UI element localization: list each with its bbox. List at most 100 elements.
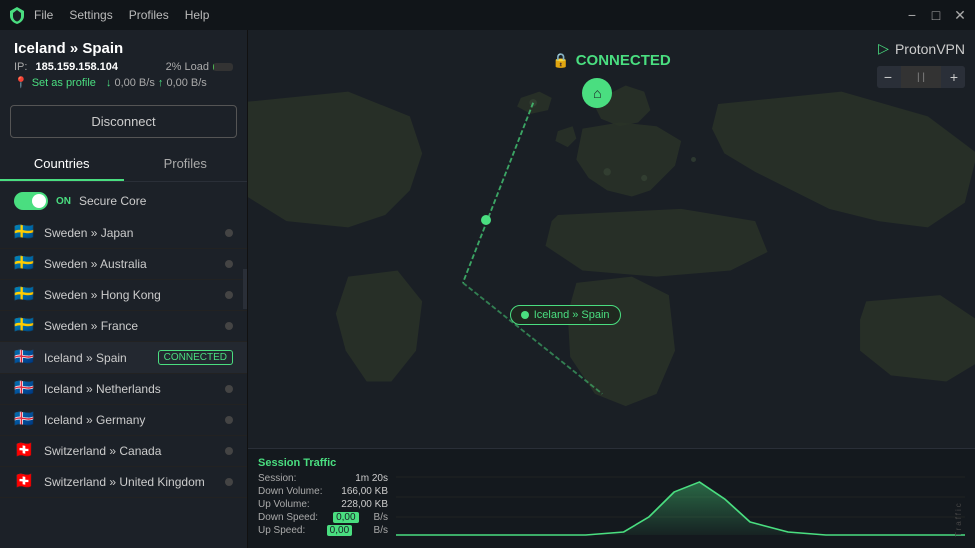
list-item[interactable]: 🇸🇪 Sweden » Hong Kong xyxy=(0,280,247,311)
location-label: Iceland » Spain xyxy=(510,305,621,325)
load-bar xyxy=(213,63,233,71)
flag-iceland-de: 🇮🇸 xyxy=(14,413,34,427)
zoom-level: | | xyxy=(901,66,941,88)
relay-node-marker xyxy=(481,215,491,225)
chart-y-label: Traffic xyxy=(954,457,963,537)
up-speed-unit: B/s xyxy=(374,525,388,536)
up-speed: 0,00 B/s xyxy=(166,77,206,89)
secure-core-toggle[interactable] xyxy=(14,192,48,210)
list-item-active[interactable]: 🇮🇸 Iceland » Spain CONNECTED xyxy=(0,342,247,374)
secure-core-row: ON Secure Core xyxy=(0,186,247,218)
menu-help[interactable]: Help xyxy=(185,8,210,22)
server-name: Iceland » Germany xyxy=(44,413,215,427)
brand-name: ProtonVPN xyxy=(895,41,965,57)
minimize-button[interactable]: − xyxy=(905,8,919,22)
up-vol-row: Up Volume: 228,00 KB xyxy=(258,499,388,510)
traffic-title: Session Traffic xyxy=(258,457,388,469)
secure-core-label: Secure Core xyxy=(79,194,146,208)
flag-sweden-france: 🇸🇪 xyxy=(14,319,34,333)
up-speed-value: 0,00 xyxy=(327,525,352,536)
menu-file[interactable]: File xyxy=(34,8,53,22)
list-item[interactable]: 🇮🇸 Iceland » Germany xyxy=(0,405,247,436)
session-label: Session: xyxy=(258,473,296,484)
server-dot xyxy=(225,229,233,237)
set-profile-link[interactable]: 📍 Set as profile ↓ 0,00 B/s ↑ 0,00 B/s xyxy=(14,76,233,89)
flag-iceland-nl: 🇮🇸 xyxy=(14,382,34,396)
list-item[interactable]: 🇸🇪 Sweden » Australia xyxy=(0,249,247,280)
lock-icon: 🔒 xyxy=(552,52,569,69)
tab-profiles[interactable]: Profiles xyxy=(124,148,248,181)
up-arrow-icon: ↑ xyxy=(158,77,164,89)
list-item[interactable]: 🇮🇸 Iceland » Netherlands xyxy=(0,374,247,405)
server-dot xyxy=(225,322,233,330)
up-vol-value: 228,00 KB xyxy=(341,499,388,510)
app-logo xyxy=(8,6,26,24)
window-controls: − □ ✕ xyxy=(905,8,967,22)
down-speed-row: Down Speed: 0,00 B/s xyxy=(258,512,388,523)
connected-text: CONNECTED xyxy=(576,52,671,69)
ip-value: 185.159.158.104 xyxy=(35,61,118,73)
down-vol-label: Down Volume: xyxy=(258,486,322,497)
down-speed-label: Down Speed: xyxy=(258,512,318,523)
up-vol-label: Up Volume: xyxy=(258,499,310,510)
location-name: Iceland » Spain xyxy=(534,309,610,321)
down-vol-value: 166,00 KB xyxy=(341,486,388,497)
list-item[interactable]: 🇨🇭 Switzerland » United Kingdom xyxy=(0,467,247,498)
sidebar-tabs: Countries Profiles xyxy=(0,148,247,182)
up-speed-label: Up Speed: xyxy=(258,525,305,536)
server-dot xyxy=(225,478,233,486)
flag-iceland-spain: 🇮🇸 xyxy=(14,351,34,365)
up-speed-row: Up Speed: 0,00 B/s xyxy=(258,525,388,536)
ip-label: IP: xyxy=(14,61,27,73)
server-name: Sweden » Hong Kong xyxy=(44,288,215,302)
map-area: 🔒 CONNECTED ⌂ Iceland » Spain ▷ ProtonVP… xyxy=(248,30,975,548)
speed-display: ↓ 0,00 B/s ↑ 0,00 B/s xyxy=(106,77,207,89)
menu-settings[interactable]: Settings xyxy=(69,8,112,22)
menu-profiles[interactable]: Profiles xyxy=(129,8,169,22)
zoom-out-button[interactable]: − xyxy=(877,66,899,88)
load-label: 2% Load xyxy=(166,61,209,73)
load-indicator: 2% Load xyxy=(166,61,233,73)
server-name: Switzerland » United Kingdom xyxy=(44,475,215,489)
down-speed: 0,00 B/s xyxy=(114,77,154,89)
flag-sweden-japan: 🇸🇪 xyxy=(14,226,34,240)
tab-countries[interactable]: Countries xyxy=(0,148,124,181)
list-item[interactable]: 🇨🇭 Switzerland » Canada xyxy=(0,436,247,467)
connection-info: Iceland » Spain IP: 185.159.158.104 2% L… xyxy=(0,30,247,99)
session-value: 1m 20s xyxy=(355,473,388,484)
server-name: Switzerland » Canada xyxy=(44,444,215,458)
profile-label: Set as profile xyxy=(32,77,96,89)
toggle-knob xyxy=(32,194,46,208)
server-name: Iceland » Spain xyxy=(44,351,148,365)
list-item[interactable]: 🇸🇪 Sweden » France xyxy=(0,311,247,342)
session-row: Session: 1m 20s xyxy=(258,473,388,484)
brand-badge: ▷ ProtonVPN xyxy=(878,40,965,57)
list-item[interactable]: 🇸🇪 Sweden » Japan xyxy=(0,218,247,249)
server-name: Sweden » Japan xyxy=(44,226,215,240)
server-name: Sweden » Australia xyxy=(44,257,215,271)
traffic-panel: Session Traffic Session: 1m 20s Down Vol… xyxy=(248,448,975,548)
map-connected-status: 🔒 CONNECTED xyxy=(552,52,670,69)
brand-icon: ▷ xyxy=(878,40,889,57)
close-button[interactable]: ✕ xyxy=(953,8,967,22)
ip-row: IP: 185.159.158.104 2% Load xyxy=(14,61,233,73)
home-icon: ⌂ xyxy=(593,85,601,101)
down-speed-unit: B/s xyxy=(374,512,388,523)
down-vol-row: Down Volume: 166,00 KB xyxy=(258,486,388,497)
zoom-in-button[interactable]: + xyxy=(943,66,965,88)
traffic-stats: Session Traffic Session: 1m 20s Down Vol… xyxy=(258,457,388,538)
pin-icon: 📍 xyxy=(14,76,28,89)
connection-title: Iceland » Spain xyxy=(14,40,233,57)
server-dot xyxy=(225,416,233,424)
sidebar: Iceland » Spain IP: 185.159.158.104 2% L… xyxy=(0,30,248,548)
maximize-button[interactable]: □ xyxy=(929,8,943,22)
server-name: Iceland » Netherlands xyxy=(44,382,215,396)
titlebar-menu: File Settings Profiles Help xyxy=(34,8,209,22)
main-layout: Iceland » Spain IP: 185.159.158.104 2% L… xyxy=(0,30,975,548)
zoom-controls: − | | + xyxy=(877,66,965,88)
flag-sweden-hk: 🇸🇪 xyxy=(14,288,34,302)
down-arrow-icon: ↓ xyxy=(106,77,112,89)
server-list: 🇸🇪 Sweden » Japan 🇸🇪 Sweden » Australia … xyxy=(0,218,247,548)
disconnect-button[interactable]: Disconnect xyxy=(10,105,237,138)
flag-swiss-uk: 🇨🇭 xyxy=(14,475,34,489)
